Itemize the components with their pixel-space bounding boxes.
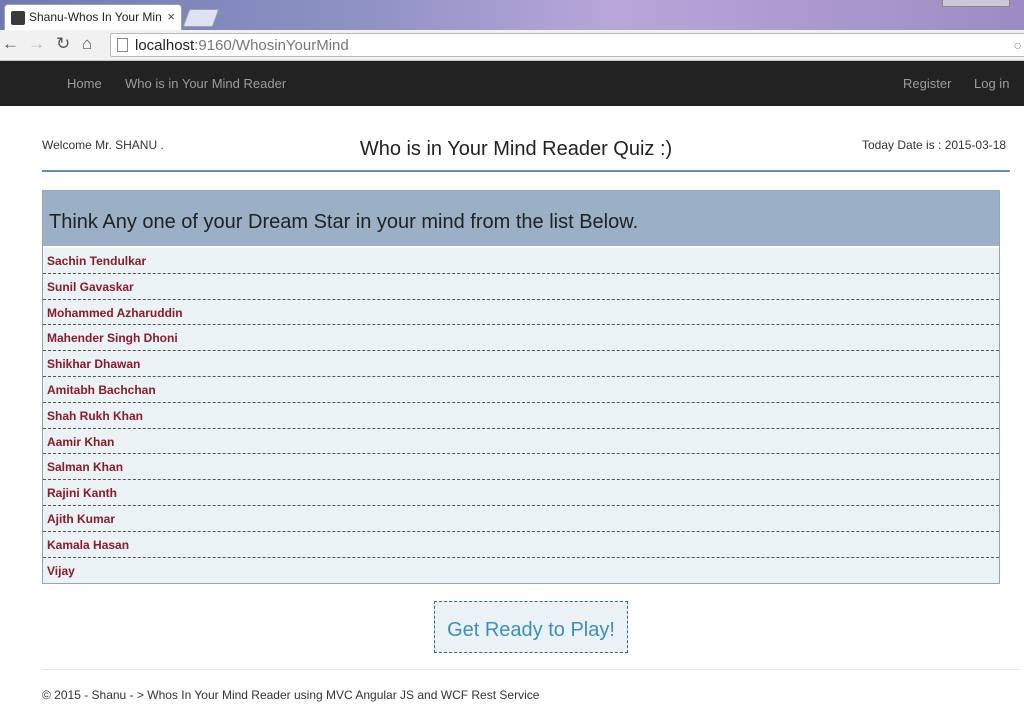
- star-name: Vijay: [47, 563, 75, 578]
- list-item: Sunil Gavaskar: [43, 274, 999, 300]
- star-list-panel: Think Any one of your Dream Star in your…: [42, 190, 1000, 584]
- nav-home-link[interactable]: Home: [67, 76, 102, 91]
- tab-title: Shanu-Whos In Your Min: [29, 10, 161, 24]
- star-name: Shah Rukh Khan: [47, 408, 144, 423]
- omnibox-end-icon: ○: [1013, 37, 1022, 53]
- star-name: Mohammed Azharuddin: [47, 305, 183, 320]
- star-name: Aamir Khan: [47, 434, 115, 449]
- tab-close-icon[interactable]: ×: [167, 9, 175, 24]
- site-navbar: Home Who is in Your Mind Reader Register…: [0, 61, 1024, 106]
- reload-icon[interactable]: ↻: [56, 35, 70, 53]
- nav-login-link[interactable]: Log in: [974, 76, 1009, 91]
- window-controls[interactable]: [942, 0, 1010, 7]
- url-path: :9160/WhosinYourMind: [194, 37, 349, 54]
- address-bar[interactable]: localhost:9160/WhosinYourMind ○: [110, 33, 1024, 57]
- today-date: Today Date is : 2015-03-18: [862, 138, 1007, 152]
- list-item: Amitabh Bachchan: [43, 377, 999, 403]
- star-name: Shikhar Dhawan: [47, 357, 141, 372]
- browser-tabstrip: Shanu-Whos In Your Min ×: [0, 0, 1024, 30]
- panel-heading: Think Any one of your Dream Star in your…: [49, 211, 639, 233]
- list-item: Aamir Khan: [43, 429, 999, 455]
- header-divider: [42, 170, 1010, 172]
- panel-header: Think Any one of your Dream Star in your…: [43, 191, 999, 248]
- back-arrow-icon[interactable]: ←: [2, 35, 19, 53]
- star-name: Mahender Singh Dhoni: [47, 331, 178, 346]
- list-item: Ajith Kumar: [43, 506, 999, 532]
- new-tab-button[interactable]: [182, 9, 220, 27]
- list-item: Sachin Tendulkar: [43, 248, 999, 274]
- star-name: Sunil Gavaskar: [47, 279, 134, 294]
- list-item: Mahender Singh Dhoni: [43, 325, 999, 352]
- star-name: Salman Khan: [47, 460, 124, 475]
- star-name: Ajith Kumar: [47, 511, 116, 526]
- list-item: Rajini Kanth: [43, 480, 999, 506]
- nav-register-link[interactable]: Register: [903, 76, 951, 91]
- list-item: Shah Rukh Khan: [43, 403, 999, 429]
- star-list: Sachin Tendulkar Sunil Gavaskar Mohammed…: [43, 248, 999, 583]
- nav-reader-link[interactable]: Who is in Your Mind Reader: [125, 76, 286, 91]
- browser-tab[interactable]: Shanu-Whos In Your Min ×: [4, 4, 182, 30]
- get-ready-label: Get Ready to Play!: [447, 619, 615, 641]
- forward-arrow-icon[interactable]: →: [28, 35, 45, 53]
- home-icon[interactable]: ⌂: [82, 35, 92, 53]
- star-name: Amitabh Bachchan: [47, 382, 156, 397]
- list-item: Mohammed Azharuddin: [43, 300, 999, 326]
- star-name: Sachin Tendulkar: [47, 254, 147, 268]
- list-item: Vijay: [43, 558, 999, 584]
- list-item: Salman Khan: [43, 454, 999, 481]
- url-host: localhost: [135, 37, 195, 54]
- footer-text: © 2015 - Shanu - > Whos In Your Mind Rea…: [42, 688, 540, 702]
- list-item: Kamala Hasan: [43, 532, 999, 558]
- browser-toolbar: ← → ↻ ⌂ localhost:9160/WhosinYourMind ○: [0, 30, 1024, 61]
- url-text[interactable]: localhost:9160/WhosinYourMind: [135, 37, 349, 54]
- list-item: Shikhar Dhawan: [43, 351, 999, 377]
- get-ready-button[interactable]: Get Ready to Play!: [434, 601, 628, 653]
- star-name: Rajini Kanth: [47, 486, 118, 501]
- star-name: Kamala Hasan: [47, 537, 130, 552]
- page-icon: [117, 38, 128, 52]
- favicon-icon: [11, 11, 25, 25]
- footer-divider: [42, 669, 1020, 670]
